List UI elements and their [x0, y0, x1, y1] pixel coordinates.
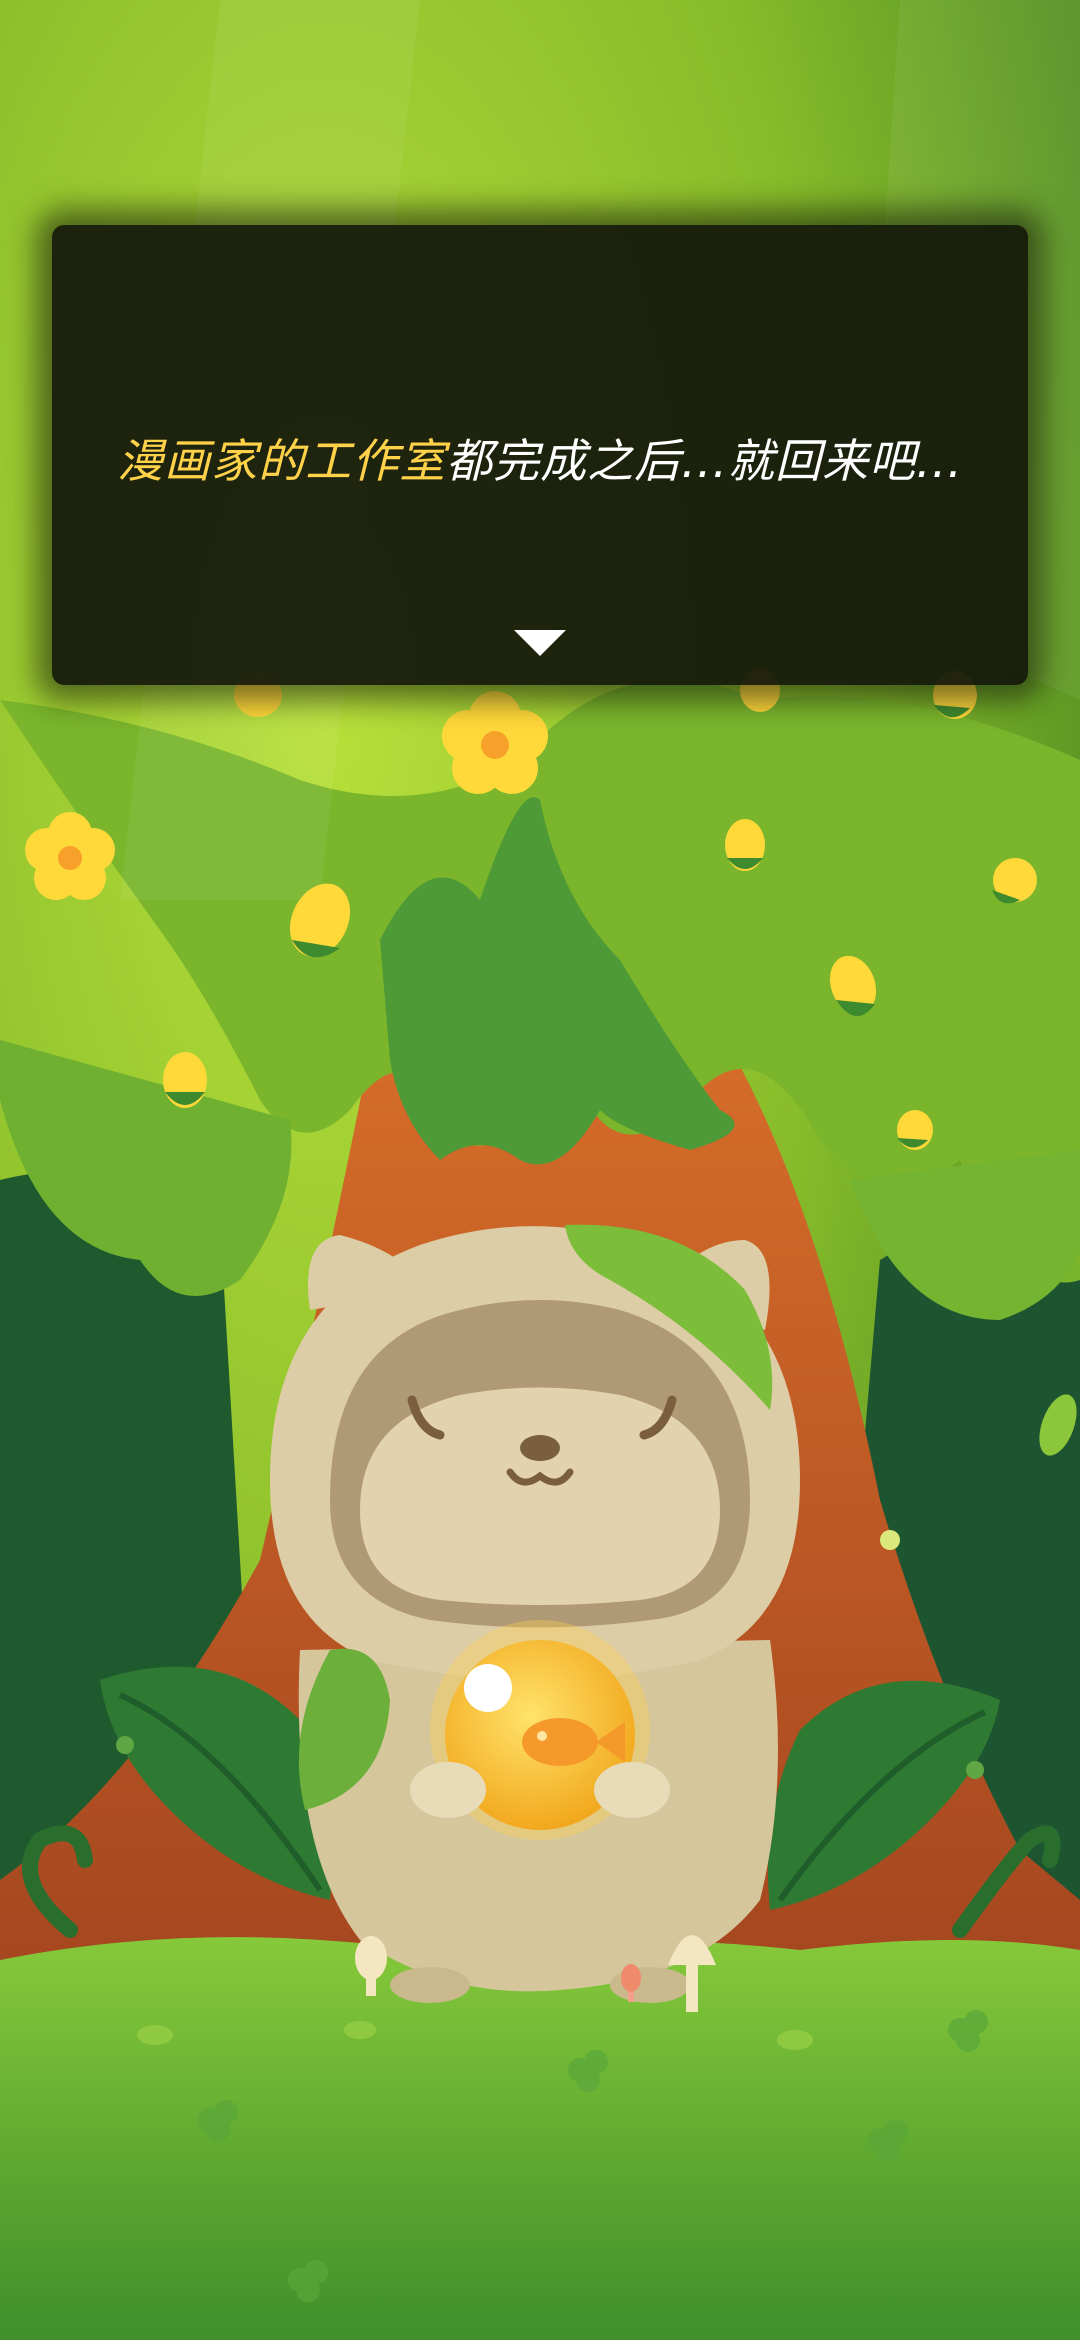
dialog-highlight-text: 漫画家的工作室	[117, 434, 447, 488]
creature-paw-right	[594, 1762, 670, 1818]
ground	[0, 1937, 1080, 2340]
creature-paw-left	[410, 1762, 486, 1818]
triangle-down-icon[interactable]	[514, 630, 566, 656]
petal	[897, 1110, 933, 1150]
petal	[725, 819, 765, 871]
petal	[163, 1052, 207, 1108]
dialog-body-text: 都完成之后...就回来吧...	[446, 434, 963, 488]
dialog-box[interactable]: 漫画家的工作室都完成之后...就回来吧...	[52, 225, 1028, 685]
hooded-creature	[270, 1224, 800, 2003]
dialog-text: 漫画家的工作室都完成之后...就回来吧...	[52, 425, 1028, 491]
creature-nose	[520, 1435, 560, 1461]
sparkle	[880, 1530, 900, 1550]
